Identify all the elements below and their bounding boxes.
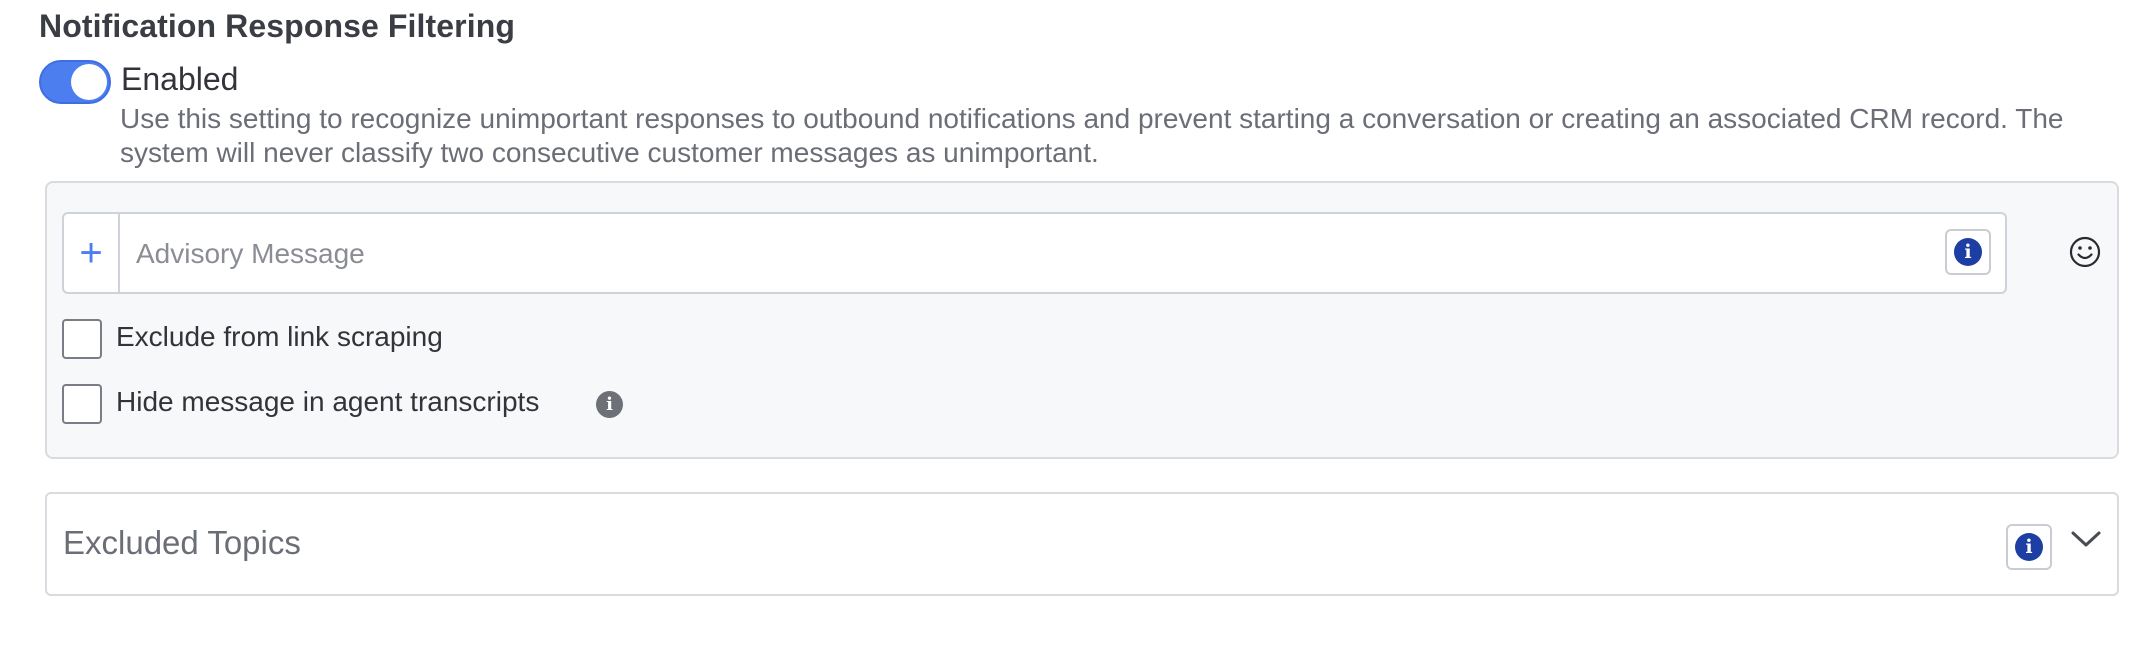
info-icon: i <box>2015 533 2043 561</box>
hide-in-transcripts-checkbox[interactable] <box>62 384 102 424</box>
notification-filtering-settings: Notification Response Filtering Enabled … <box>0 0 2154 648</box>
smiley-icon[interactable] <box>2068 235 2102 269</box>
exclude-link-scraping-checkbox[interactable] <box>62 319 102 359</box>
info-icon[interactable]: i <box>596 391 623 418</box>
enabled-toggle[interactable] <box>39 60 111 104</box>
add-variable-button[interactable]: + <box>64 214 120 292</box>
toggle-label: Enabled <box>121 61 239 97</box>
toggle-knob <box>71 64 107 100</box>
advisory-message-panel: + i Exclude from link scraping Hide mess… <box>45 181 2119 459</box>
advisory-message-field: + i <box>62 212 2007 294</box>
excluded-topics-accordion[interactable]: Excluded Topics i <box>45 492 2119 596</box>
section-description: Use this setting to recognize unimportan… <box>120 103 2064 168</box>
hide-in-transcripts-label[interactable]: Hide message in agent transcripts <box>116 386 539 418</box>
plus-icon: + <box>79 230 103 275</box>
info-icon: i <box>1954 238 1982 266</box>
section-title: Notification Response Filtering <box>39 8 516 44</box>
exclude-link-scraping-label[interactable]: Exclude from link scraping <box>116 321 443 353</box>
chevron-down-icon[interactable] <box>2069 524 2103 554</box>
excluded-topics-label: Excluded Topics <box>63 524 301 561</box>
advisory-message-input[interactable] <box>134 214 1918 294</box>
excluded-topics-info-button[interactable]: i <box>2006 524 2052 570</box>
advisory-info-button[interactable]: i <box>1945 229 1991 275</box>
